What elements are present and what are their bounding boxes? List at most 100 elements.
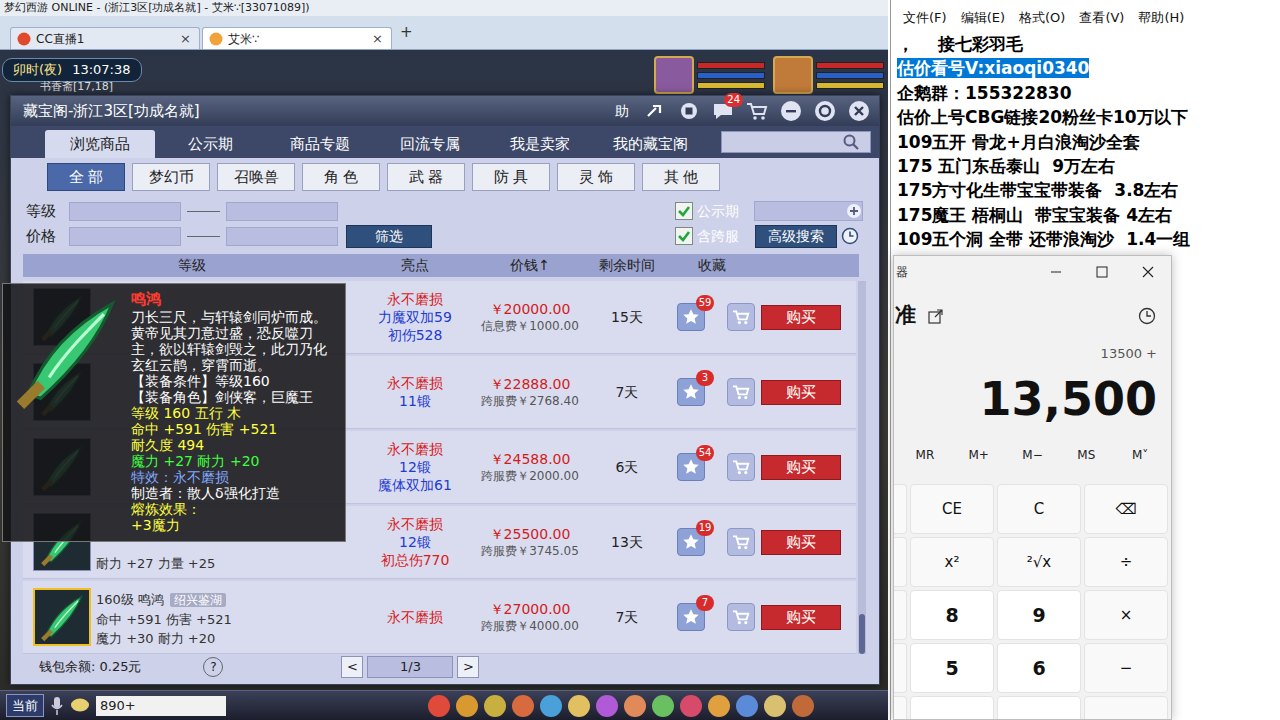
search-input[interactable] (722, 132, 842, 152)
favorite-star-button[interactable]: 19 (677, 528, 705, 556)
calculator-key[interactable] (910, 696, 994, 720)
buy-button[interactable]: 购买 (761, 305, 841, 330)
filter-button[interactable]: 筛选 (346, 225, 432, 248)
add-to-cart-button[interactable] (727, 528, 755, 556)
portrait[interactable] (773, 56, 884, 94)
scrollbar-thumb[interactable] (859, 614, 865, 654)
column-header[interactable]: 等级 (23, 255, 361, 276)
chat-icon[interactable]: 24 (711, 99, 735, 123)
new-tab-button[interactable]: + (394, 21, 419, 44)
item-sword-icon[interactable] (33, 588, 91, 646)
portrait-face-icon[interactable] (773, 56, 813, 94)
close-icon[interactable] (1125, 256, 1171, 288)
calculator-key[interactable]: − (1084, 643, 1168, 693)
buy-button[interactable]: 购买 (761, 605, 841, 630)
cart-icon[interactable] (732, 384, 750, 400)
add-to-cart-button[interactable] (727, 303, 755, 331)
next-page-button[interactable]: > (457, 656, 479, 678)
star-icon[interactable] (682, 308, 700, 326)
toolbar-icon[interactable] (512, 695, 534, 717)
column-header[interactable]: 收藏 (663, 255, 761, 276)
text-area[interactable]: ， 接七彩羽毛估价看号V:xiaoqi0340企鹅群：155322830估价上号… (891, 32, 1280, 252)
category-button[interactable]: 武 器 (387, 163, 465, 191)
buy-button[interactable]: 购买 (761, 380, 841, 405)
favorite-star-button[interactable]: 3 (677, 378, 705, 406)
star-icon[interactable] (682, 458, 700, 476)
buy-button[interactable]: 购买 (761, 530, 841, 555)
star-icon[interactable] (682, 533, 700, 551)
calculator-key[interactable]: × (1084, 590, 1168, 640)
calculator-key[interactable]: 5 (910, 643, 994, 693)
calculator-key-edge[interactable] (894, 643, 907, 693)
microphone-icon[interactable] (50, 696, 64, 716)
calculator-key[interactable] (1084, 696, 1168, 720)
toolbar-icon[interactable] (764, 695, 786, 717)
calculator-key[interactable]: ⌫ (1084, 484, 1168, 534)
menu-item[interactable]: 帮助(H) (1138, 8, 1184, 32)
buy-button[interactable]: 购买 (761, 455, 841, 480)
level-min-input[interactable] (69, 202, 181, 221)
market-tab[interactable]: 公示期 (155, 130, 265, 158)
calculator-key[interactable]: ÷ (1084, 537, 1168, 587)
advanced-search-button[interactable]: 高级搜索 (755, 225, 837, 248)
prev-page-button[interactable]: < (341, 656, 363, 678)
keep-on-top-icon[interactable] (928, 308, 944, 324)
market-tab[interactable]: 商品专题 (265, 130, 375, 158)
table-row[interactable]: 160级 鸣鸿绍兴鉴湖命中 +591 伤害 +521魔力 +30 耐力 +20永… (23, 581, 856, 654)
memory-button[interactable]: M+ (952, 446, 1006, 464)
help-button[interactable]: ? (203, 657, 223, 677)
market-tab[interactable]: 回流专属 (375, 130, 485, 158)
toolbar-icon[interactable] (568, 695, 590, 717)
memory-button[interactable]: M˅ (1113, 446, 1167, 464)
calculator-key[interactable]: C (997, 484, 1081, 534)
toolbar-icon[interactable] (456, 695, 478, 717)
cart-icon[interactable] (745, 99, 769, 123)
settings-gear-icon[interactable] (813, 99, 837, 123)
level-max-input[interactable] (226, 202, 338, 221)
cart-icon[interactable] (732, 309, 750, 325)
favorite-star-button[interactable]: 7 (677, 603, 705, 631)
cart-icon[interactable] (732, 459, 750, 475)
memory-button[interactable]: MS (1059, 446, 1113, 464)
calculator-key-edge[interactable] (894, 696, 907, 720)
calculator-key[interactable]: 8 (910, 590, 994, 640)
minimize-icon[interactable] (779, 99, 803, 123)
scrollbar[interactable] (858, 281, 866, 654)
calculator-key-edge[interactable] (894, 590, 907, 640)
column-header[interactable]: 剩余时间 (591, 255, 663, 276)
calculator-key[interactable]: ²√x (997, 537, 1081, 587)
public-input[interactable] (754, 201, 863, 221)
calculator-key-edge[interactable] (894, 484, 907, 534)
portrait-face-icon[interactable] (654, 56, 694, 94)
add-to-cart-button[interactable] (727, 378, 755, 406)
menu-item[interactable]: 查看(V) (1079, 8, 1124, 32)
chat-input[interactable]: 890+ (96, 696, 226, 716)
toolbar-icon[interactable] (540, 695, 562, 717)
plus-icon[interactable] (846, 203, 862, 219)
maximize-icon[interactable] (1079, 256, 1125, 288)
close-tab-button[interactable]: × (370, 29, 385, 49)
menu-item[interactable]: 格式(O) (1019, 8, 1065, 32)
toolbar-icon[interactable] (792, 695, 814, 717)
menu-item[interactable]: 编辑(E) (961, 8, 1005, 32)
clock-icon[interactable] (841, 227, 859, 245)
stop-icon[interactable] (677, 99, 701, 123)
cart-icon[interactable] (732, 534, 750, 550)
category-button[interactable]: 全 部 (47, 163, 125, 191)
browser-tab[interactable]: CC直播1× (10, 27, 200, 49)
favorite-star-button[interactable]: 54 (677, 453, 705, 481)
category-button[interactable]: 防 具 (472, 163, 550, 191)
checkbox[interactable] (675, 227, 693, 245)
price-min-input[interactable] (69, 227, 181, 246)
favorite-star-button[interactable]: 59 (677, 303, 705, 331)
add-to-cart-button[interactable] (727, 453, 755, 481)
category-button[interactable]: 召唤兽 (217, 163, 295, 191)
calculator-key[interactable] (997, 696, 1081, 720)
add-to-cart-button[interactable] (727, 603, 755, 631)
chat-bubble-icon[interactable] (70, 697, 90, 715)
category-button[interactable]: 灵 饰 (557, 163, 635, 191)
star-icon[interactable] (682, 608, 700, 626)
toolbar-icon[interactable] (736, 695, 758, 717)
toolbar-icon[interactable] (484, 695, 506, 717)
market-tab[interactable]: 我是卖家 (485, 130, 595, 158)
